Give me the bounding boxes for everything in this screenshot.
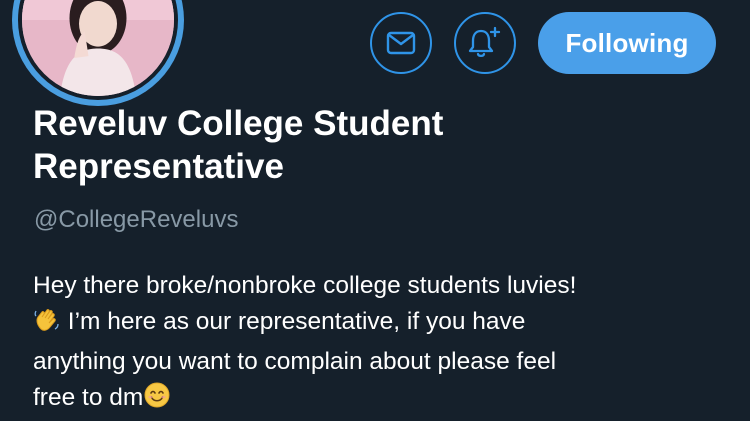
profile-bio: Hey there broke/nonbroke college student… xyxy=(33,268,743,420)
following-button[interactable]: Following xyxy=(538,12,716,74)
avatar-image xyxy=(22,0,174,96)
profile-screen: Following Reveluv College Student Repres… xyxy=(0,0,750,421)
bio-line-2: I’m here as our representative, if you h… xyxy=(61,308,526,335)
following-button-label: Following xyxy=(565,27,689,58)
smiling-face-emoji xyxy=(143,381,171,420)
bio-line-3: anything you want to complain about plea… xyxy=(33,348,557,375)
bell-plus-icon xyxy=(468,26,501,58)
avatar-photo xyxy=(18,0,178,100)
message-button[interactable] xyxy=(370,12,432,74)
profile-display-name: Reveluv College Student Representative xyxy=(33,104,444,186)
bio-line-4: free to dm xyxy=(33,384,144,411)
waving-hand-emoji xyxy=(33,305,61,344)
avatar[interactable] xyxy=(12,0,184,106)
envelope-icon xyxy=(386,31,416,55)
profile-handle[interactable]: @CollegeReveluvs xyxy=(34,206,238,234)
bio-line-1: Hey there broke/nonbroke college student… xyxy=(33,272,577,299)
notifications-button[interactable] xyxy=(454,12,516,74)
